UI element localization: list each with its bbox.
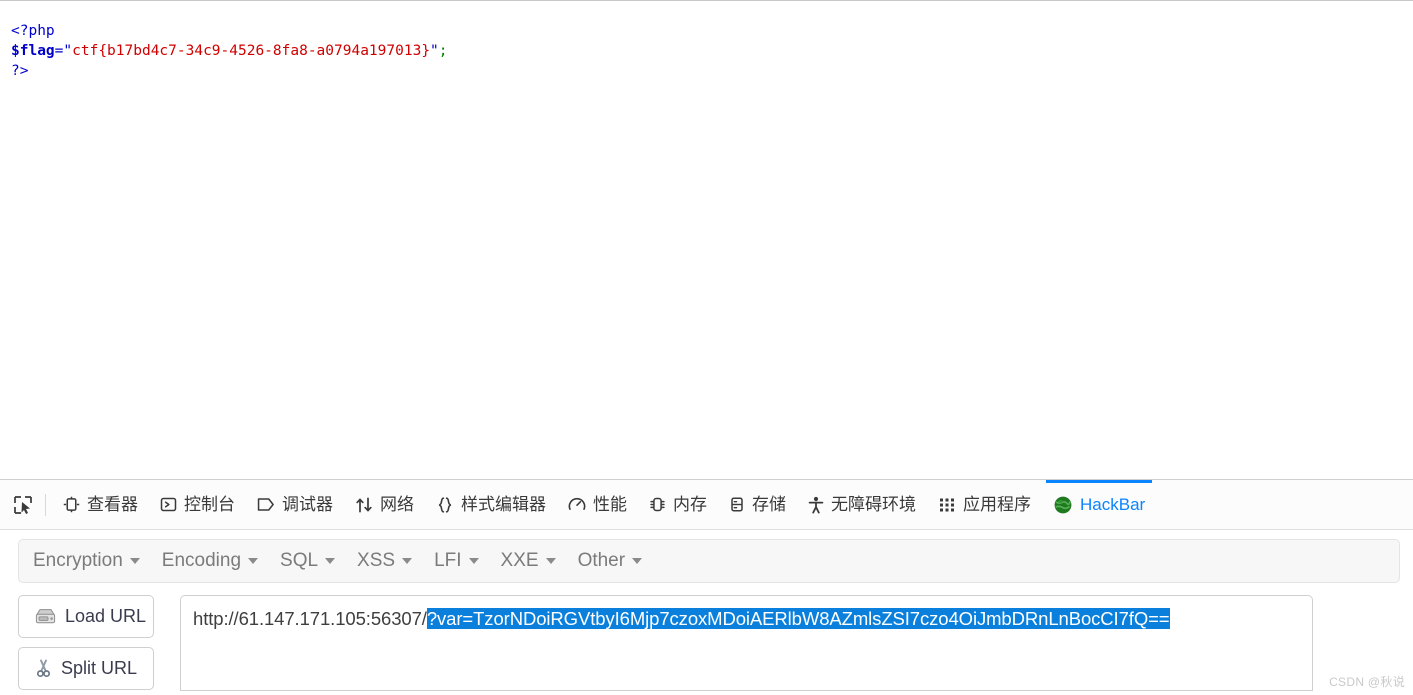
tab-inspector[interactable]: 查看器 bbox=[52, 480, 149, 530]
hackbar-menubar: Encryption Encoding SQL XSS LFI XXE Other bbox=[18, 539, 1400, 583]
hackbar-menu-encoding[interactable]: Encoding bbox=[161, 550, 259, 572]
menu-label: Encryption bbox=[33, 550, 123, 571]
tab-label: 无障碍环境 bbox=[831, 495, 916, 514]
code-line: <?php bbox=[11, 21, 448, 41]
split-url-button[interactable]: Split URL bbox=[18, 647, 154, 690]
chevron-down-icon bbox=[468, 558, 479, 564]
tab-storage[interactable]: 存储 bbox=[718, 480, 797, 530]
hackbar-panel: Encryption Encoding SQL XSS LFI XXE Other Load… bbox=[0, 530, 1413, 694]
tab-accessibility[interactable]: 无障碍环境 bbox=[797, 480, 927, 530]
hackbar-action-buttons: Load URL Split URL bbox=[18, 595, 166, 694]
chevron-down-icon bbox=[325, 558, 336, 564]
debugger-icon bbox=[257, 496, 275, 513]
tab-label: 网络 bbox=[380, 495, 414, 514]
menu-label: Encoding bbox=[161, 550, 242, 571]
url-selected-query: ?var=TzorNDoiRGVtbyI6Mjp7czoxMDoiAERlbW8… bbox=[426, 608, 1170, 629]
devtools-tabbar: 查看器 控制台 调试器 网络 样式编辑器 性能 内存 存储 无障碍环境 应用程序… bbox=[0, 479, 1413, 530]
disk-drive-icon bbox=[35, 608, 56, 625]
tab-label: 控制台 bbox=[184, 495, 235, 514]
menu-label: LFI bbox=[434, 550, 462, 571]
devtools-panel: 查看器 控制台 调试器 网络 样式编辑器 性能 内存 存储 无障碍环境 应用程序… bbox=[0, 479, 1413, 695]
console-icon bbox=[160, 496, 177, 513]
php-source-code: <?php $flag="ctf{b17bd4c7-34c9-4526-8fa8-… bbox=[11, 21, 448, 81]
style-editor-icon bbox=[436, 496, 454, 514]
hackbar-menu-lfi[interactable]: LFI bbox=[434, 550, 479, 572]
code-token: ?> bbox=[11, 63, 29, 79]
watermark: CSDN @秋说 bbox=[1329, 675, 1405, 689]
code-token: <?php bbox=[11, 23, 55, 39]
menu-label: XXE bbox=[500, 550, 539, 571]
code-line: $flag="ctf{b17bd4c7-34c9-4526-8fa8-a0794… bbox=[11, 41, 448, 61]
code-token: " bbox=[63, 43, 73, 59]
tab-memory[interactable]: 内存 bbox=[638, 480, 718, 530]
button-label: Split URL bbox=[61, 658, 138, 678]
tab-label: 内存 bbox=[673, 495, 707, 514]
chevron-down-icon bbox=[402, 558, 413, 564]
hackbar-menu-xxe[interactable]: XXE bbox=[501, 550, 556, 572]
accessibility-icon bbox=[808, 496, 824, 514]
menu-label: SQL bbox=[280, 550, 319, 571]
hackbar-menu-other[interactable]: Other bbox=[578, 550, 643, 572]
button-label: Load URL bbox=[65, 606, 147, 626]
inspector-icon bbox=[63, 496, 80, 513]
hackbar-globe-icon bbox=[1053, 495, 1073, 515]
tab-application[interactable]: 应用程序 bbox=[927, 480, 1042, 530]
tab-label: HackBar bbox=[1080, 495, 1146, 514]
tab-hackbar[interactable]: HackBar bbox=[1042, 479, 1156, 530]
tab-console[interactable]: 控制台 bbox=[149, 480, 246, 530]
tab-performance[interactable]: 性能 bbox=[557, 480, 638, 530]
tab-label: 性能 bbox=[593, 495, 627, 514]
code-line: ?> bbox=[11, 61, 448, 81]
application-icon bbox=[938, 496, 956, 514]
tab-label: 应用程序 bbox=[963, 495, 1031, 514]
tab-network[interactable]: 网络 bbox=[344, 480, 425, 530]
menu-label: Other bbox=[577, 550, 626, 571]
tab-label: 查看器 bbox=[87, 495, 138, 514]
chevron-down-icon bbox=[632, 558, 643, 564]
tab-label: 样式编辑器 bbox=[461, 495, 546, 514]
page-content-area: <?php $flag="ctf{b17bd4c7-34c9-4526-8fa8-… bbox=[0, 1, 1413, 479]
url-base: http://61.147.171.105:56307/ bbox=[193, 608, 427, 629]
performance-icon bbox=[568, 496, 586, 514]
tab-debugger[interactable]: 调试器 bbox=[246, 480, 344, 530]
storage-icon bbox=[729, 496, 745, 513]
scissors-icon bbox=[35, 659, 52, 678]
network-icon bbox=[355, 496, 373, 514]
element-picker-icon[interactable] bbox=[6, 488, 40, 522]
tab-label: 存储 bbox=[752, 495, 786, 514]
hackbar-menu-sql[interactable]: SQL bbox=[280, 550, 336, 572]
code-token: ; bbox=[438, 43, 448, 59]
url-text-content: http://61.147.171.105:56307/?var=TzorNDo… bbox=[193, 607, 1312, 631]
hackbar-menu-xss[interactable]: XSS bbox=[357, 550, 413, 572]
chevron-down-icon bbox=[129, 558, 140, 564]
memory-icon bbox=[649, 496, 666, 513]
chevron-down-icon bbox=[545, 558, 556, 564]
menu-label: XSS bbox=[357, 550, 396, 571]
code-token: ctf{b17bd4c7-34c9-4526-8fa8-a0794a197013… bbox=[72, 43, 431, 59]
code-token: " bbox=[430, 43, 439, 59]
toolbar-divider bbox=[45, 493, 46, 516]
url-input[interactable]: http://61.147.171.105:56307/?var=TzorNDo… bbox=[180, 595, 1313, 691]
tab-label: 调试器 bbox=[282, 495, 333, 514]
hackbar-menu-encryption[interactable]: Encryption bbox=[33, 550, 140, 572]
tab-style-editor[interactable]: 样式编辑器 bbox=[425, 480, 557, 530]
chevron-down-icon bbox=[248, 558, 259, 564]
code-token: $flag bbox=[11, 43, 55, 59]
load-url-button[interactable]: Load URL bbox=[18, 595, 154, 638]
